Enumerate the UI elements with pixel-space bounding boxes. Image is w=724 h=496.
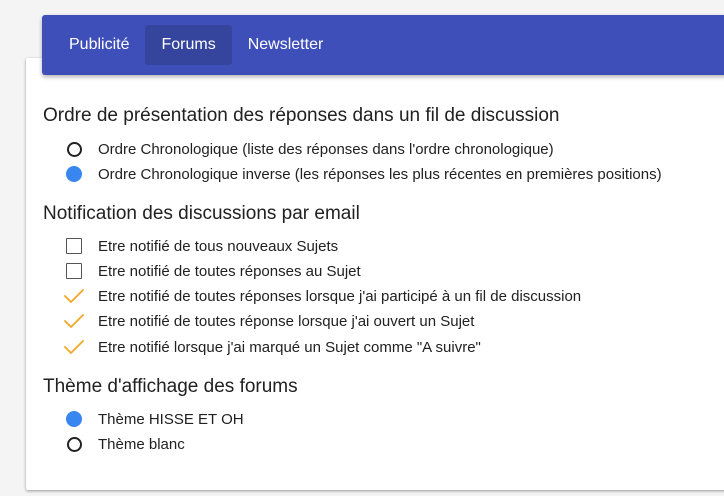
theme-section-title: Thème d'affichage des forums (43, 376, 298, 397)
option-label: Etre notifié de toutes réponses lorsque … (98, 287, 582, 305)
option-label: Etre notifié de tous nouveaux Sujets (98, 237, 339, 255)
top-navbar: Publicité Forums Newsletter (42, 15, 724, 75)
notify-option-participated[interactable]: Etre notifié de toutes réponses lorsque … (64, 285, 581, 307)
option-label: Ordre Chronologique inverse (les réponse… (98, 165, 662, 183)
radio-selected-icon[interactable] (64, 409, 84, 429)
radio-unselected-icon[interactable] (64, 139, 84, 159)
checkbox-unchecked-icon[interactable] (64, 261, 84, 281)
nav-tab-publicite[interactable]: Publicité (53, 25, 145, 65)
option-label: Etre notifié de toutes réponse lorsque j… (98, 312, 475, 330)
option-label: Ordre Chronologique (liste des réponses … (98, 140, 554, 158)
order-option-chronological[interactable]: Ordre Chronologique (liste des réponses … (64, 138, 554, 160)
notify-option-topic-replies[interactable]: Etre notifié de toutes réponses au Sujet (64, 260, 361, 282)
notify-option-new-topics[interactable]: Etre notifié de tous nouveaux Sujets (64, 235, 338, 257)
option-label: Thème blanc (98, 435, 185, 453)
checkmark-icon[interactable] (64, 337, 84, 357)
checkbox-unchecked-icon[interactable] (64, 236, 84, 256)
theme-option-blanc[interactable]: Thème blanc (64, 433, 185, 455)
option-label: Etre notifié lorsque j'ai marqué un Suje… (98, 338, 481, 356)
theme-option-hisse-et-oh[interactable]: Thème HISSE ET OH (64, 408, 244, 430)
nav-tab-forums[interactable]: Forums (145, 25, 232, 65)
order-section-title: Ordre de présentation des réponses dans … (43, 105, 560, 126)
radio-unselected-icon[interactable] (64, 434, 84, 454)
checkmark-icon[interactable] (64, 311, 84, 331)
option-label: Thème HISSE ET OH (98, 410, 244, 428)
option-label: Etre notifié de toutes réponses au Sujet (98, 262, 361, 280)
notify-option-opened-topic[interactable]: Etre notifié de toutes réponse lorsque j… (64, 310, 474, 332)
notify-option-followed[interactable]: Etre notifié lorsque j'ai marqué un Suje… (64, 336, 481, 358)
checkmark-icon[interactable] (64, 286, 84, 306)
radio-selected-icon[interactable] (64, 164, 84, 184)
order-option-reverse[interactable]: Ordre Chronologique inverse (les réponse… (64, 163, 662, 185)
nav-tab-newsletter[interactable]: Newsletter (232, 25, 340, 65)
notify-section-title: Notification des discussions par email (43, 203, 360, 224)
